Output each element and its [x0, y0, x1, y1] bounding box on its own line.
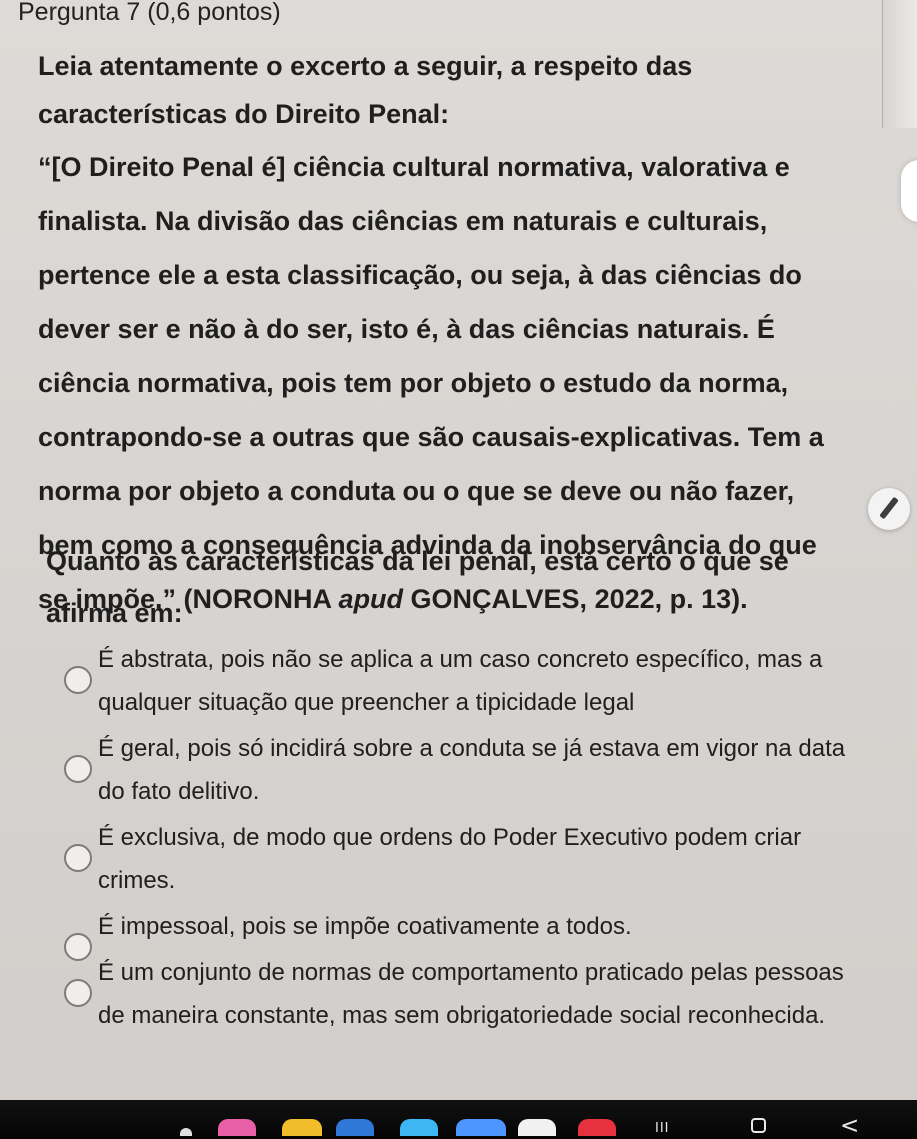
dock-app-2[interactable] [218, 1119, 256, 1136]
answer-option-2[interactable]: É geral, pois só incidirá sobre a condut… [62, 727, 862, 813]
dock-app-5[interactable] [400, 1119, 438, 1136]
scrollbar-thumb[interactable] [882, 0, 917, 128]
answer-option-5[interactable]: É um conjunto de normas de comportamento… [62, 951, 862, 1037]
question-intro: Leia atentamente o excerto a seguir, a r… [38, 51, 693, 129]
answer-option-1[interactable]: É abstrata, pois não se aplica a um caso… [62, 638, 862, 724]
dock-app-6[interactable] [456, 1119, 506, 1136]
answer-label-1: É abstrata, pois não se aplica a um caso… [98, 646, 823, 716]
question-prompt: Quanto às características da lei penal, … [46, 546, 789, 628]
answer-radio-3[interactable] [64, 844, 92, 872]
dock-app-8[interactable] [578, 1119, 616, 1136]
dock-app-3[interactable] [282, 1119, 322, 1136]
answer-options: É abstrata, pois não se aplica a um caso… [62, 638, 862, 1040]
question-title: Pergunta 7 (0,6 pontos) [18, 0, 281, 26]
answer-label-5: É um conjunto de normas de comportamento… [98, 959, 844, 1029]
answer-option-3[interactable]: É exclusiva, de modo que ordens do Poder… [62, 816, 862, 902]
answer-label-4: É impessoal, pois se impõe coativamente … [98, 913, 632, 940]
answer-label-2: É geral, pois só incidirá sobre a condut… [98, 735, 846, 805]
side-panel-handle[interactable] [901, 160, 917, 222]
app-dock [180, 1116, 680, 1136]
recent-apps-icon[interactable]: III [655, 1121, 670, 1136]
answer-radio-1[interactable] [64, 666, 92, 694]
answer-option-4[interactable]: É impessoal, pois se impõe coativamente … [62, 905, 862, 961]
home-icon[interactable] [751, 1118, 766, 1133]
answer-label-3: É exclusiva, de modo que ordens do Poder… [98, 824, 802, 894]
answer-radio-5[interactable] [64, 979, 92, 1007]
back-icon[interactable]: < [840, 1113, 859, 1139]
quiz-page: Pergunta 7 (0,6 pontos) Leia atentamente… [0, 0, 917, 1100]
dock-app-4[interactable] [336, 1119, 374, 1136]
dock-app-1[interactable] [180, 1128, 192, 1136]
answer-radio-2[interactable] [64, 755, 92, 783]
pen-icon[interactable] [868, 488, 910, 530]
dock-app-7[interactable] [518, 1119, 556, 1136]
